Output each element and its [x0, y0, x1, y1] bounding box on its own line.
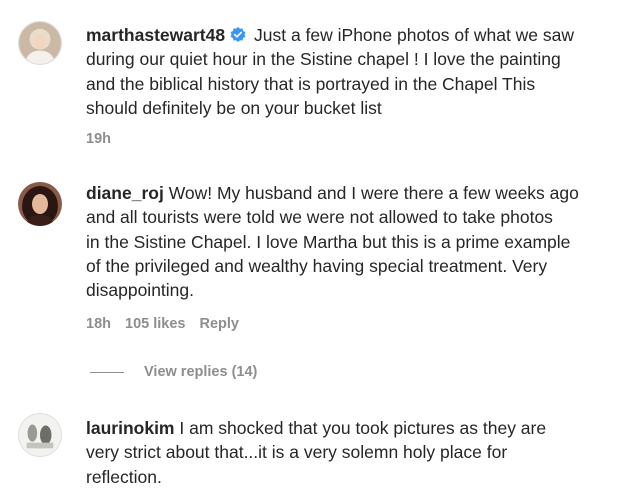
comment-meta: 18h 105 likes Reply: [86, 316, 253, 332]
avatar[interactable]: [18, 413, 62, 457]
username[interactable]: marthastewart48: [86, 25, 225, 45]
comment-meta: 19h: [86, 131, 125, 147]
verified-badge-icon: [229, 26, 247, 44]
reply-button[interactable]: Reply: [199, 316, 239, 332]
view-replies-button[interactable]: View replies (14): [90, 362, 257, 382]
username[interactable]: laurinokim: [86, 418, 175, 438]
comment-text: marthastewart48 Just a few iPhone photos…: [86, 23, 620, 120]
avatar-image: [19, 22, 61, 64]
divider-line: [90, 371, 124, 373]
avatar-image: [18, 182, 62, 226]
avatar[interactable]: [18, 182, 62, 226]
username[interactable]: diane_roj: [86, 183, 164, 203]
likes-count[interactable]: 105 likes: [125, 316, 185, 332]
comment-text: laurinokim I am shocked that you took pi…: [86, 416, 620, 489]
timestamp: 18h: [86, 316, 111, 332]
timestamp: 19h: [86, 131, 111, 147]
avatar-image: [19, 414, 61, 456]
view-replies-label: View replies (14): [144, 364, 258, 380]
avatar[interactable]: [18, 21, 62, 65]
comment-text: diane_roj Wow! My husband and I were the…: [86, 181, 620, 302]
